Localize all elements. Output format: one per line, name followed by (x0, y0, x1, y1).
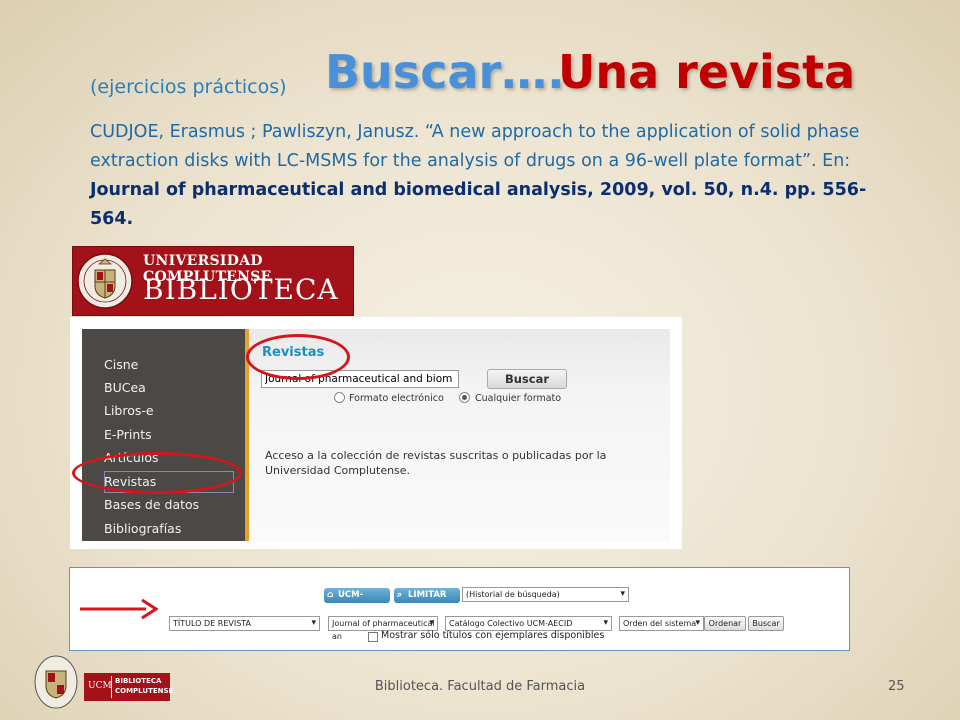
citation-text: CUDJOE, Erasmus ; Pawliszyn, Janusz. “A … (90, 122, 860, 171)
radio-cualquier-formato[interactable] (459, 392, 470, 403)
radio-formato-electronico[interactable] (334, 392, 345, 403)
limitar-button[interactable]: ⌕ LIMITAR (394, 588, 460, 603)
slide-title-part1: Buscar…. (325, 45, 565, 99)
library-nav: Cisne BUCea Libros-e E-Prints Artículos … (82, 329, 245, 541)
buscar-button[interactable]: Buscar (487, 369, 567, 389)
search-icon: ⌕ (397, 590, 403, 600)
radio-cualquier-formato-label: Cualquier formato (475, 393, 562, 404)
annotation-ellipse-revistas-nav (72, 452, 242, 494)
available-only-checkbox[interactable] (368, 632, 378, 642)
footer-text: Biblioteca. Facultad de Farmacia (374, 679, 586, 694)
home-icon: ⌂ (327, 590, 334, 600)
page-number: 25 (888, 679, 905, 694)
ucm-aecid-label: UCM-AECID (338, 590, 367, 615)
radio-formato-electronico-label: Formato electrónico (349, 393, 444, 404)
limitar-label: LIMITAR (408, 590, 447, 600)
ordenar-button[interactable]: Ordenar (704, 616, 746, 631)
nav-item-bibliografias[interactable]: Bibliografías (104, 521, 181, 536)
available-only-label: Mostrar sólo títulos con ejemplares disp… (381, 630, 605, 641)
red-arrow-icon (80, 598, 159, 620)
citation: CUDJOE, Erasmus ; Pawliszyn, Janusz. “A … (90, 118, 880, 234)
nav-item-bucea[interactable]: BUCea (104, 380, 146, 395)
nav-item-e-prints[interactable]: E-Prints (104, 427, 152, 442)
ucm-library-name: BIBLIOTECA (143, 273, 339, 306)
search-field-select[interactable]: TÍTULO DE REVISTA (169, 616, 320, 631)
citation-journal: Journal of pharmaceutical and biomedical… (90, 180, 867, 229)
library-search-panel: Cisne BUCea Libros-e E-Prints Artículos … (70, 317, 682, 549)
annotation-ellipse-revistas-heading (246, 334, 350, 380)
slide-subtitle: (ejercicios prácticos) (90, 76, 287, 98)
catalog-buscar-button[interactable]: Buscar (748, 616, 784, 631)
catalog-select[interactable]: Catálogo Colectivo UCM-AECID (445, 616, 612, 631)
ucm-crest-icon (77, 253, 133, 309)
history-select[interactable]: (Historial de búsqueda) (462, 587, 629, 602)
slide-title-part2: Una revista (558, 45, 856, 99)
catalog-query-input[interactable]: Journal of pharmaceutical an (328, 616, 438, 641)
nav-item-cisne[interactable]: Cisne (104, 357, 138, 372)
ucm-aecid-button[interactable]: ⌂ UCM-AECID (324, 588, 390, 615)
nav-item-bases-de-datos[interactable]: Bases de datos (104, 497, 199, 512)
ucm-library-banner: UNIVERSIDAD COMPLUTENSE BIBLIOTECA (72, 246, 354, 316)
revistas-description: Acceso a la colección de revistas suscri… (265, 449, 607, 477)
order-select[interactable]: Orden del sistema (619, 616, 704, 631)
nav-item-libros-e[interactable]: Libros-e (104, 403, 154, 418)
catalog-search-panel: ⌂ UCM-AECID ⌕ LIMITAR (Historial de búsq… (69, 567, 850, 651)
